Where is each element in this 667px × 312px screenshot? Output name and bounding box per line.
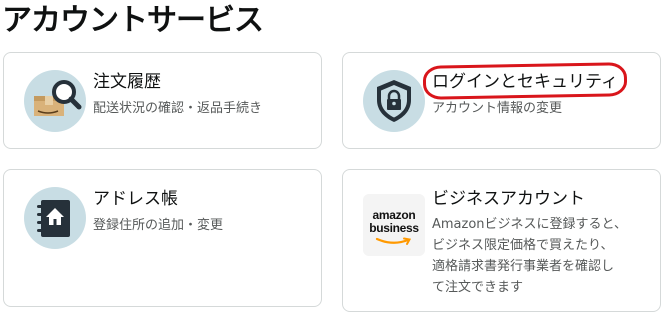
- business-desc-line: ビジネス限定価格で買えたり、: [432, 238, 614, 253]
- address-book-card-description: 登録住所の追加・変更: [93, 218, 224, 233]
- page-title: アカウントサービス: [2, 3, 264, 38]
- business-account-card-description: Amazonビジネスに登録すると、 ビジネス限定価格で買えたり、 適格請求書発行…: [432, 214, 627, 298]
- orders-card[interactable]: 注文履歴 配送状況の確認・返品手続き: [3, 52, 322, 149]
- smile-arrow-icon: [375, 237, 412, 245]
- orders-card-title[interactable]: 注文履歴: [93, 71, 161, 93]
- amazon-business-logo: amazon business: [363, 194, 425, 256]
- shield-lock-icon: [363, 70, 425, 132]
- address-book-card[interactable]: アドレス帳 登録住所の追加・変更: [3, 169, 322, 307]
- business-account-card[interactable]: amazon business ビジネスアカウント Amazonビジネスに登録す…: [342, 169, 661, 312]
- logo-text-amazon: amazon: [372, 208, 416, 222]
- address-book-icon: [24, 187, 86, 249]
- logo-text-business: business: [369, 221, 419, 235]
- highlight-annotation: [422, 62, 628, 100]
- business-desc-line: て注文できます: [432, 280, 524, 295]
- business-account-card-title[interactable]: ビジネスアカウント: [432, 188, 585, 210]
- business-desc-line: 適格請求書発行事業者を確認し: [432, 259, 615, 274]
- business-desc-line: Amazonビジネスに登録すると、: [432, 217, 628, 232]
- login-security-card-description: アカウント情報の変更: [432, 101, 563, 116]
- orders-card-description: 配送状況の確認・返品手続き: [93, 101, 263, 116]
- address-book-card-title[interactable]: アドレス帳: [93, 188, 178, 210]
- package-search-icon: [24, 70, 86, 132]
